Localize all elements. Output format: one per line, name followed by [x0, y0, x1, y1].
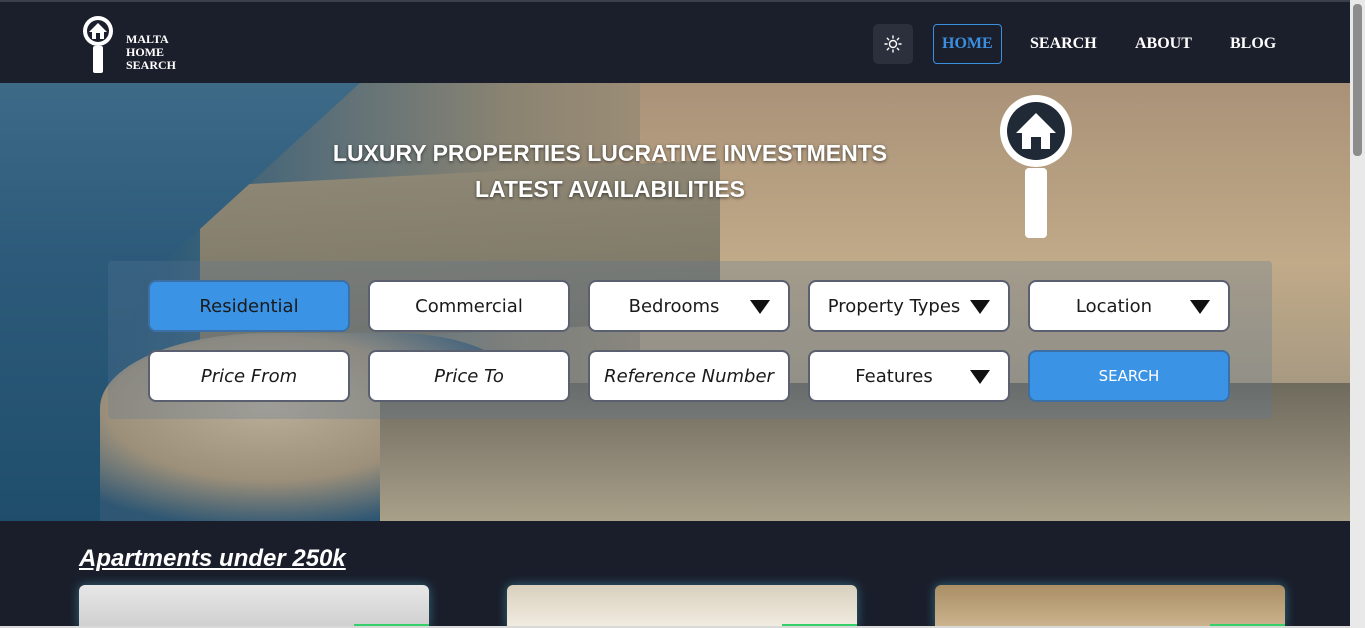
theme-toggle-button[interactable]: [873, 24, 913, 64]
nav-search[interactable]: SEARCH: [1022, 24, 1105, 64]
residential-label: Residential: [199, 295, 299, 317]
nav-about[interactable]: ABOUT: [1127, 24, 1200, 64]
caret-down-icon: [1190, 300, 1210, 314]
nav-blog[interactable]: BLOG: [1222, 24, 1284, 64]
reference-number-placeholder: Reference Number: [604, 365, 774, 387]
property-card[interactable]: [507, 585, 857, 628]
caret-down-icon: [970, 300, 990, 314]
caret-down-icon: [970, 370, 990, 384]
property-image: [507, 585, 857, 628]
nav-home[interactable]: HOME: [933, 24, 1002, 64]
sun-icon: [884, 35, 902, 53]
hero-title-line: LATEST AVAILABILITIES: [474, 176, 746, 202]
scrollbar-thumb[interactable]: [1353, 4, 1362, 156]
site-header: MALTA HOME SEARCH HOME SEARCH ABOUT BLOG: [0, 0, 1350, 83]
property-image: [79, 585, 429, 628]
property-card[interactable]: [79, 585, 429, 628]
price-from-placeholder: Price From: [200, 365, 298, 387]
bedrooms-dropdown[interactable]: Bedrooms: [588, 280, 790, 332]
caret-down-icon: [750, 300, 770, 314]
hero-title: LUXURY PROPERTIES LUCRATIVE INVESTMENTS …: [300, 135, 920, 207]
section-title: Apartments under 250k: [79, 545, 346, 572]
logo-text: MALTA HOME SEARCH: [126, 33, 176, 72]
property-card[interactable]: [935, 585, 1285, 628]
property-image: [935, 585, 1285, 628]
reference-number-input[interactable]: Reference Number: [588, 350, 790, 402]
search-button[interactable]: SEARCH: [1028, 350, 1230, 402]
property-types-dropdown[interactable]: Property Types: [808, 280, 1010, 332]
features-dropdown[interactable]: Features: [808, 350, 1010, 402]
price-from-input[interactable]: Price From: [148, 350, 350, 402]
magnifier-house-icon: [1000, 95, 1072, 238]
commercial-label: Commercial: [415, 295, 523, 317]
logo-text-line: SEARCH: [126, 58, 177, 72]
price-to-input[interactable]: Price To: [368, 350, 570, 402]
features-label: Features: [855, 365, 933, 387]
bedrooms-label: Bedrooms: [628, 295, 720, 317]
hero-title-line: LUXURY PROPERTIES LUCRATIVE INVESTMENTS: [332, 140, 888, 166]
residential-toggle[interactable]: Residential: [148, 280, 350, 332]
property-types-label: Property Types: [827, 295, 961, 317]
commercial-toggle[interactable]: Commercial: [368, 280, 570, 332]
location-label: Location: [1075, 295, 1153, 317]
location-dropdown[interactable]: Location: [1028, 280, 1230, 332]
magnifier-house-logo-icon: [83, 16, 113, 73]
vertical-scrollbar[interactable]: [1350, 0, 1365, 628]
price-to-placeholder: Price To: [434, 365, 504, 387]
search-button-label: SEARCH: [1098, 367, 1160, 385]
site-logo[interactable]: MALTA HOME SEARCH: [78, 13, 188, 75]
